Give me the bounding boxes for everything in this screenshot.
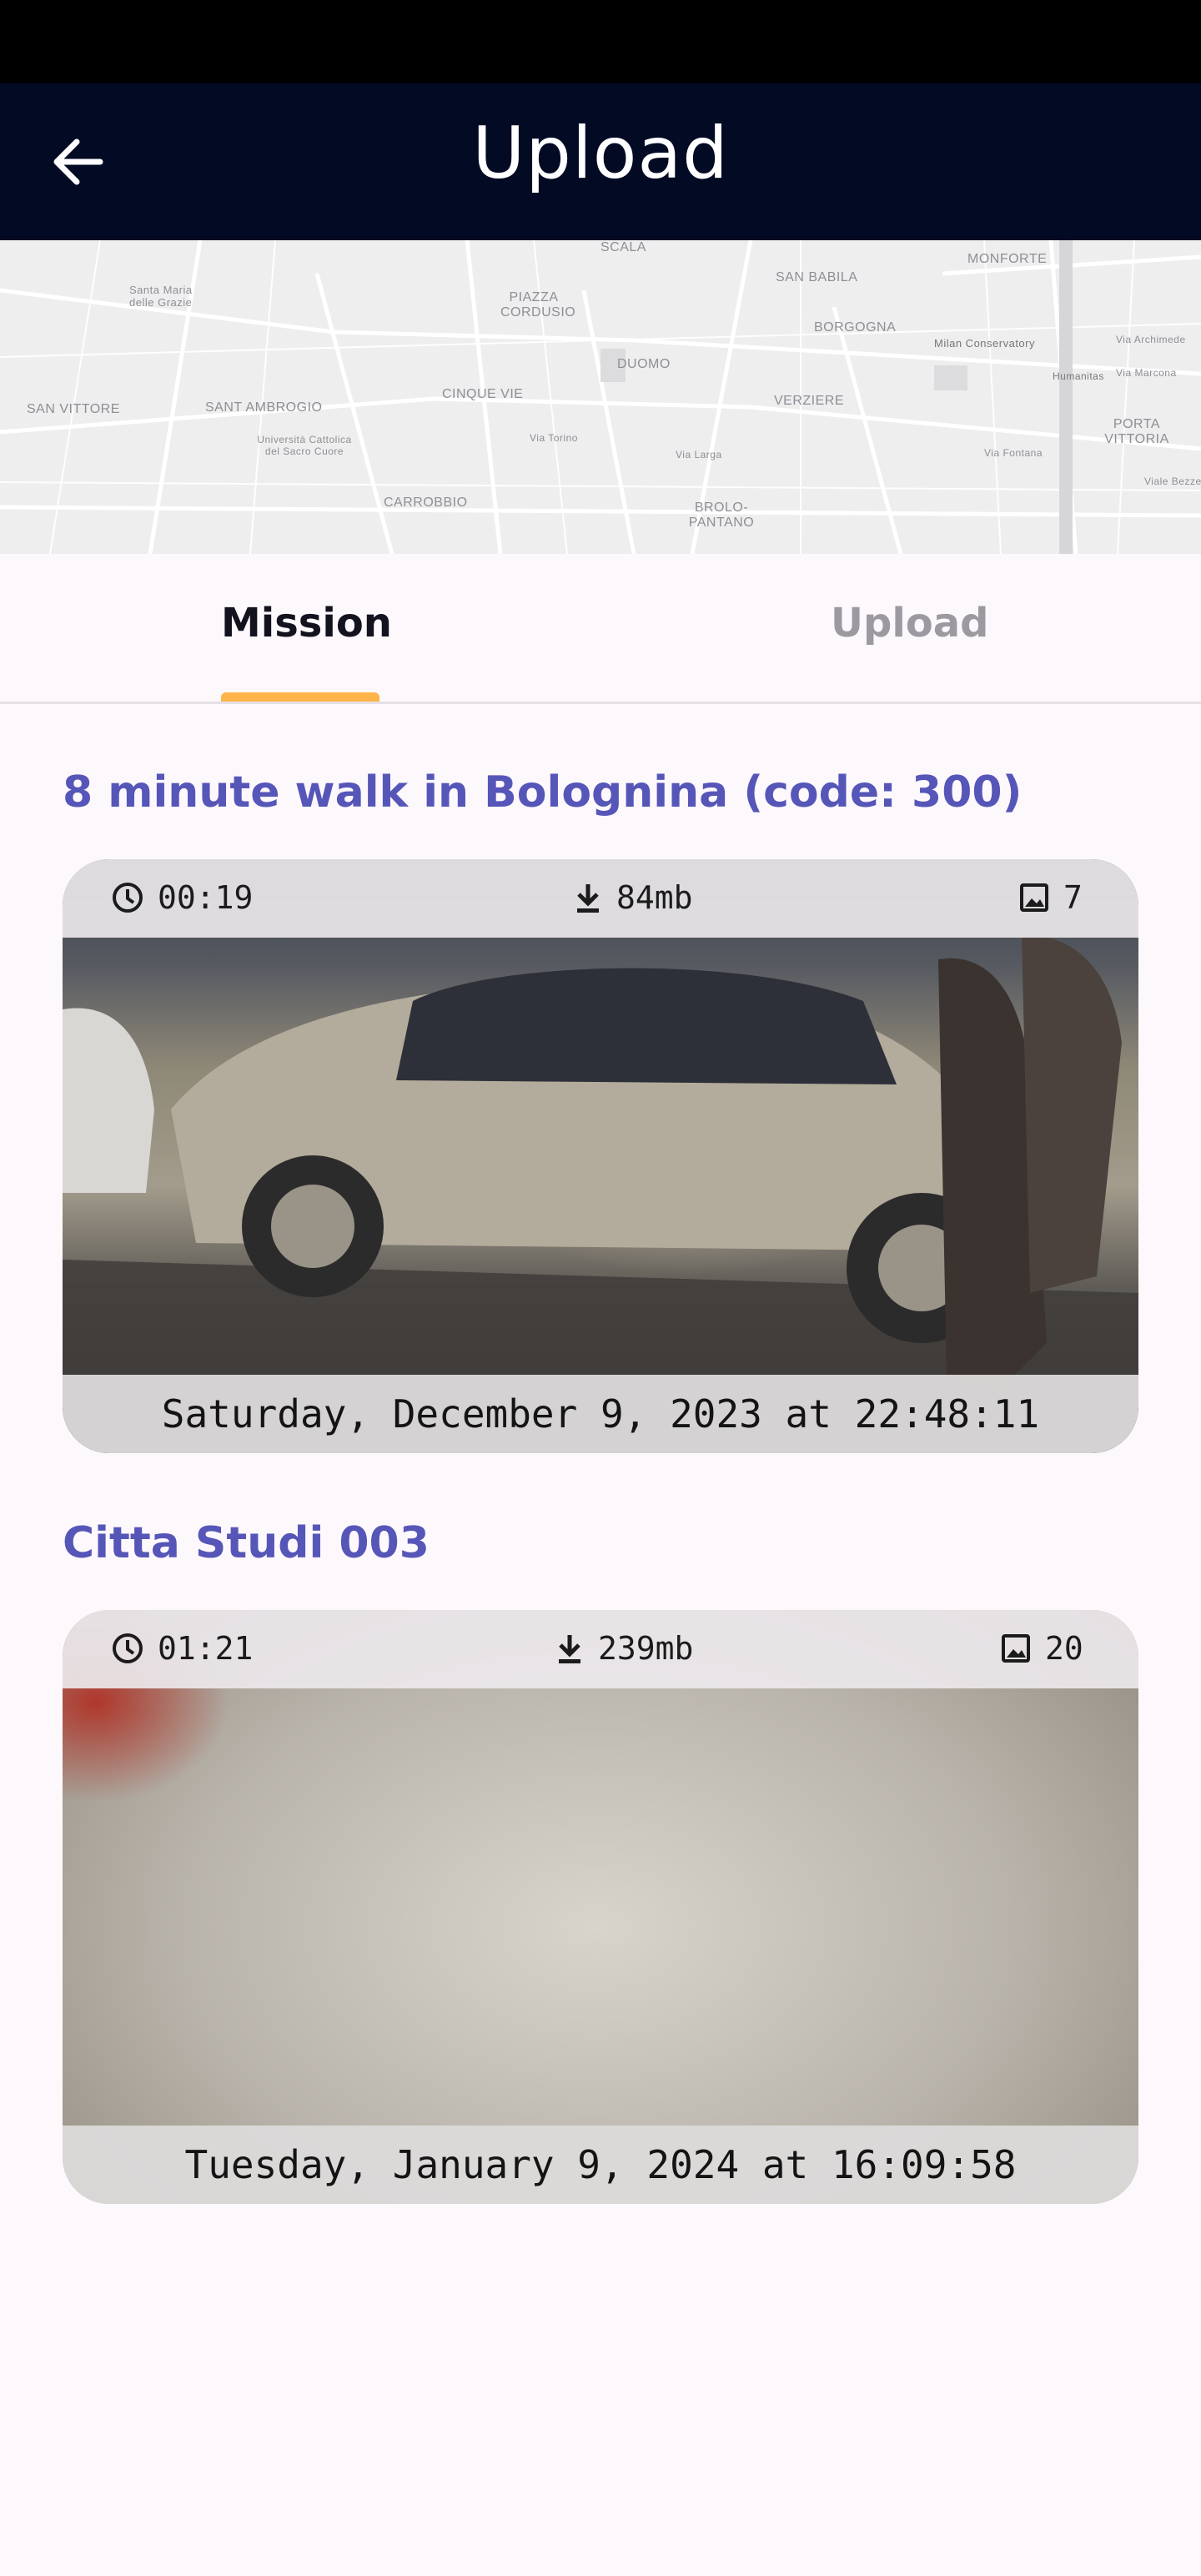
map-label: DUOMO: [617, 357, 671, 371]
status-bar: [0, 0, 1201, 83]
map-label: Via Larga: [676, 449, 722, 460]
duration-value: 00:19: [158, 879, 254, 916]
mission-thumbnail: [63, 859, 1138, 1453]
map-label: PORTA VITTORIA: [1104, 417, 1169, 446]
map-label: Humanitas: [1053, 370, 1104, 382]
card-stats-bar: 00:19 84mb 7: [63, 859, 1138, 938]
map-label: BROLO-PANTANO: [688, 501, 755, 530]
map-label: SAN VITTORE: [27, 402, 120, 416]
card-date: Tuesday, January 9, 2024 at 16:09:58: [63, 2126, 1138, 2204]
tab-bar: Mission Upload: [0, 554, 1201, 704]
download-icon: [559, 1635, 580, 1663]
tab-divider: [0, 702, 1201, 704]
size-value: 84mb: [616, 879, 693, 916]
download-icon: [577, 884, 599, 913]
tab-mission[interactable]: Mission: [221, 600, 392, 647]
duration-value: 01:21: [158, 1630, 254, 1667]
map-label: BORGOGNA: [814, 320, 897, 335]
clock-icon: [113, 883, 143, 913]
map-label: SAN BABILA: [776, 270, 858, 284]
image-icon: [1002, 1634, 1030, 1663]
card-date: Saturday, December 9, 2023 at 22:48:11: [63, 1375, 1138, 1453]
size-value: 239mb: [598, 1630, 694, 1667]
clock-icon: [113, 1633, 143, 1663]
mission-title: 8 minute walk in Bolognina (code: 300): [63, 767, 1023, 818]
map-label: Via Torino: [530, 432, 578, 444]
tab-upload[interactable]: Upload: [831, 600, 989, 647]
map-label: Milan Conservatory: [934, 337, 1035, 350]
card-stats-bar: 01:21 239mb 20: [63, 1610, 1138, 1688]
map-label: SANT AMBROGIO: [205, 400, 323, 415]
map-label: Via Archimede: [1116, 334, 1186, 345]
map-label: CINQUE VIE: [442, 387, 524, 401]
image-count: 20: [1045, 1630, 1083, 1667]
map-label: Via Marcona: [1116, 367, 1177, 379]
map-label: Università Cattolica del Sacro Cuore: [257, 434, 352, 457]
map-label: Viale Bezzeca: [1144, 475, 1201, 487]
active-tab-indicator: [221, 692, 379, 702]
mission-thumbnail: [63, 1610, 1138, 2204]
mission-card[interactable]: 00:19 84mb 7 Saturday, December 9, 2023 …: [63, 859, 1138, 1453]
map-label: SCALA: [600, 240, 646, 254]
mission-title: Citta Studi 003: [63, 1518, 430, 1568]
page-title: Upload: [472, 112, 729, 195]
map-label: Via Fontana: [984, 447, 1043, 459]
mission-card[interactable]: 01:21 239mb 20 Tuesday, January 9, 2024 …: [63, 1610, 1138, 2204]
image-count: 7: [1063, 879, 1083, 916]
image-icon: [1020, 883, 1048, 912]
map-label: MONFORTE: [967, 252, 1048, 266]
app-bar: Upload: [0, 83, 1201, 240]
map-label: VERZIERE: [774, 394, 845, 408]
map-label: Santa Maria delle Grazie: [129, 284, 193, 309]
map-label: PIAZZA CORDUSIO: [500, 290, 576, 319]
map-view[interactable]: SCALA MONFORTE Santa Maria delle Grazie …: [0, 240, 1201, 554]
map-label: CARROBBIO: [384, 496, 468, 510]
